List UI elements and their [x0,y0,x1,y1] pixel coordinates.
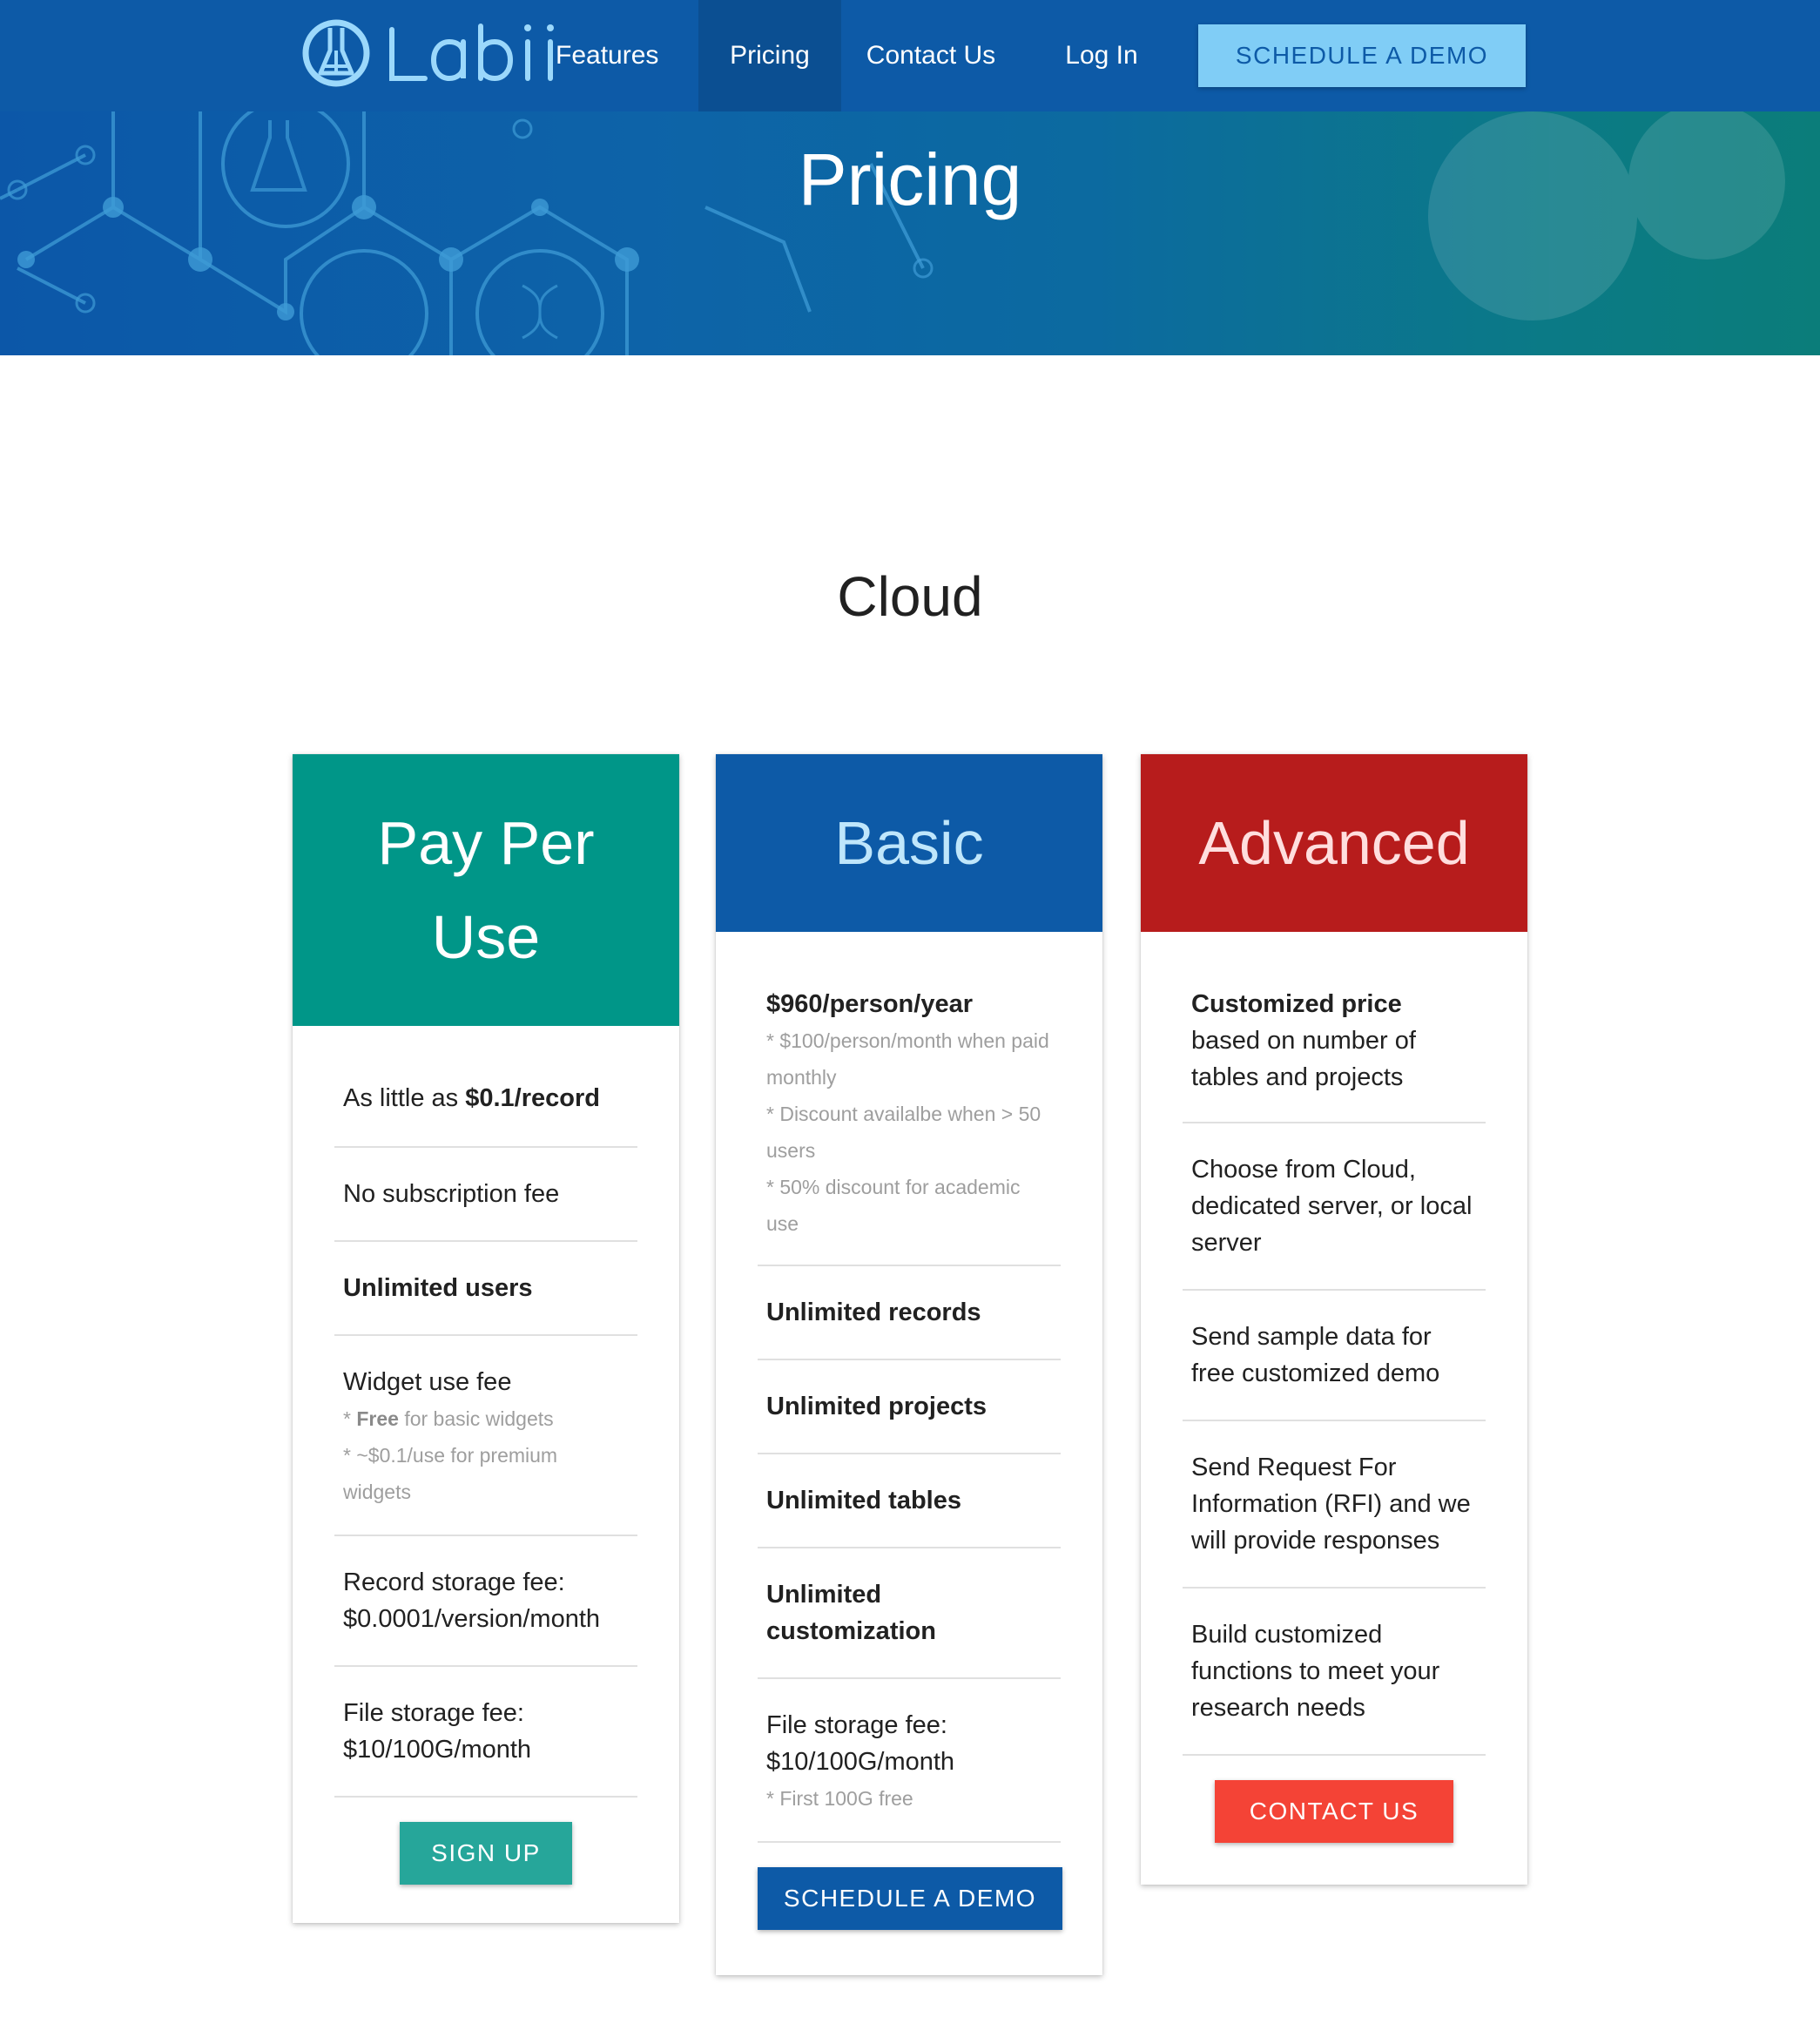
plan-feature-row: $960/person/year * $100/person/month whe… [758,932,1061,1266]
plan-title-line1: Pay Per [377,809,595,877]
feature-text: Widget use fee [343,1368,512,1396]
feature-note: * ~$0.1/use for premium widgets [343,1444,558,1503]
top-nav: Features Pricing Contact Us Log In SCHED… [0,0,1820,111]
plan-header: Pay Per Use [293,754,679,1026]
feature-text: No subscription fee [343,1180,560,1208]
price-value: $0.1/record [465,1084,600,1112]
plan-feature-row: File storage fee: $10/100G/month [334,1667,637,1798]
feature-text: Unlimited projects [766,1393,987,1420]
labii-logo[interactable] [301,16,589,91]
plan-feature-row: Unlimited records [758,1266,1061,1360]
plan-feature-row: No subscription fee [334,1148,637,1242]
plan-feature-row: Unlimited customization [758,1548,1061,1679]
plan-feature-row: Choose from Cloud, dedicated server, or … [1183,1123,1486,1291]
plan-feature-row: Unlimited tables [758,1454,1061,1548]
schedule-demo-button[interactable]: SCHEDULE A DEMO [758,1867,1062,1930]
price-prefix: As little as [343,1084,466,1112]
feature-note: * 50% discount for academic use [766,1176,1021,1235]
sign-up-button[interactable]: SIGN UP [400,1822,572,1885]
plan-feature-row: Record storage fee: $0.0001/version/mont… [334,1536,637,1667]
nav-features[interactable]: Features [556,0,665,111]
price-value: $960/person/year [766,990,973,1018]
feature-text: Unlimited records [766,1299,981,1326]
feature-text: Build customized functions to meet your … [1191,1621,1440,1722]
plan-feature-row: Widget use fee * Free for basic widgets … [334,1336,637,1536]
plan-title: Advanced [1198,809,1470,877]
plan-card-pay-per-use: Pay Per Use As little as $0.1/record No … [293,754,679,1923]
feature-text: File storage fee: [766,1711,947,1739]
nav-pricing[interactable]: Pricing [698,0,841,111]
feature-text: $0.0001/version/month [343,1605,601,1633]
nav-log-in[interactable]: Log In [1035,0,1169,111]
plan-feature-row: Unlimited users [334,1242,637,1336]
feature-text: Unlimited users [343,1274,533,1302]
feature-text: Choose from Cloud, dedicated server, or … [1191,1156,1473,1257]
nav-contact-us[interactable]: Contact Us [841,0,1021,111]
feature-text: Unlimited customization [766,1581,936,1645]
feature-note: * $100/person/month when paid monthly [766,1029,1049,1089]
section-title: Cloud [837,565,983,628]
feature-text: $10/100G/month [343,1736,532,1764]
plan-title: Basic [834,809,984,877]
plan-header: Advanced [1141,754,1527,932]
feature-text: based on number of tables and projects [1191,1027,1416,1091]
feature-text: File storage fee: [343,1699,524,1727]
plan-feature-row: Send sample data for free customized dem… [1183,1291,1486,1421]
plan-card-advanced: Advanced Customized price based on numbe… [1141,754,1527,1885]
feature-text: Send Request For Information (RFI) and w… [1191,1454,1471,1555]
plan-feature-row: Unlimited projects [758,1360,1061,1454]
feature-text: Send sample data for free customized dem… [1191,1323,1440,1387]
plan-feature-row: Build customized functions to meet your … [1183,1589,1486,1756]
feature-text: Record storage fee: [343,1568,565,1596]
plan-feature-row: Send Request For Information (RFI) and w… [1183,1421,1486,1589]
plan-card-basic: Basic $960/person/year * $100/person/mon… [716,754,1102,1975]
plan-title-line2: Use [431,903,541,971]
plan-feature-row: Customized price based on number of tabl… [1183,932,1486,1123]
plan-header: Basic [716,754,1102,932]
price-value: Customized price [1191,990,1402,1018]
plan-feature-row: As little as $0.1/record [334,1026,637,1148]
plan-feature-row: File storage fee: $10/100G/month * First… [758,1679,1061,1843]
feature-note: * First 100G free [766,1787,913,1810]
hero-banner: Pricing [0,111,1820,355]
feature-note: * Free for basic widgets [343,1407,554,1430]
feature-text: $10/100G/month [766,1748,955,1776]
page-title: Pricing [798,138,1022,220]
contact-us-button[interactable]: CONTACT US [1215,1780,1453,1843]
feature-note: * Discount availalbe when > 50 users [766,1103,1041,1162]
nav-schedule-demo-button[interactable]: SCHEDULE A DEMO [1198,24,1526,87]
feature-text: Unlimited tables [766,1487,961,1514]
